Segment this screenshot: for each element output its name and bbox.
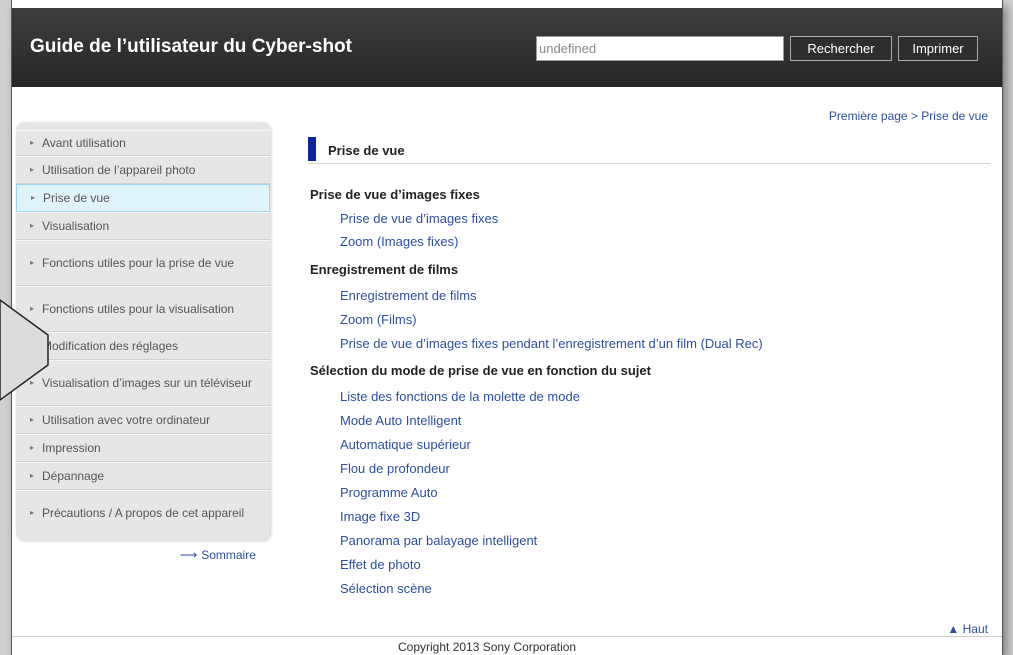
bullet-icon: ▸: [30, 138, 35, 147]
content-link[interactable]: Zoom (Images fixes): [340, 234, 458, 249]
group-title: Enregistrement de films: [310, 262, 459, 277]
back-to-top-link[interactable]: ▲ Haut: [947, 622, 988, 636]
content-link[interactable]: Mode Auto Intelligent: [340, 413, 461, 428]
sidebar-item-label: Fonctions utiles pour la prise de vue: [42, 256, 235, 270]
content-link[interactable]: Sélection scène: [340, 581, 432, 596]
content-link[interactable]: Flou de profondeur: [340, 461, 450, 476]
sidebar-item-label: Visualisation d’images sur un téléviseur: [42, 376, 252, 390]
content-link[interactable]: Automatique supérieur: [340, 437, 471, 452]
sidebar-item-label: Utilisation de l’appareil photo: [42, 163, 196, 177]
sidebar-item-prise-de-vue[interactable]: ▸ Prise de vue: [16, 184, 270, 212]
sidebar-item-precautions[interactable]: ▸ Précautions / A propos de cet appareil: [16, 490, 270, 534]
search-button[interactable]: Rechercher: [790, 36, 892, 61]
content-link[interactable]: Prise de vue d’images fixes pendant l’en…: [340, 336, 763, 351]
copyright-text: Copyright 2013 Sony Corporation: [398, 640, 577, 654]
header-bar: Guide de l’utilisateur du Cyber-shot Rec…: [12, 8, 1002, 87]
bullet-icon: ▸: [30, 165, 35, 174]
content-link[interactable]: Zoom (Films): [340, 312, 417, 327]
sidebar-item-avant-utilisation[interactable]: ▸ Avant utilisation: [16, 130, 270, 156]
section-marker: [308, 137, 316, 161]
content-link[interactable]: Panorama par balayage intelligent: [340, 533, 537, 548]
sommaire-label: Sommaire: [201, 548, 256, 562]
sidebar-item-label: Visualisation: [42, 219, 110, 233]
back-to-top-label: Haut: [962, 622, 988, 636]
content-link[interactable]: Enregistrement de films: [340, 288, 477, 303]
group-title: Sélection du mode de prise de vue en fon…: [310, 363, 651, 378]
print-button[interactable]: Imprimer: [898, 36, 978, 61]
breadcrumb-home-link[interactable]: Première page: [829, 109, 908, 123]
section-header: Prise de vue: [308, 133, 990, 164]
bullet-icon: ▸: [31, 193, 36, 202]
breadcrumb-current: Prise de vue: [921, 109, 988, 123]
sidebar-item-label: Prise de vue: [43, 191, 110, 205]
sidebar-item-label: Avant utilisation: [42, 136, 126, 150]
magnifier-callout-shape: [0, 299, 49, 401]
sidebar-item-label: Fonctions utiles pour la visualisation: [42, 302, 235, 316]
breadcrumb-separator: >: [907, 109, 922, 123]
content-link[interactable]: Programme Auto: [340, 485, 438, 500]
bullet-icon: ▸: [30, 221, 35, 230]
bullet-icon: ▸: [30, 471, 35, 480]
sidebar-item-utilisation-appareil[interactable]: ▸ Utilisation de l’appareil photo: [16, 156, 270, 184]
sidebar-item-visualisation[interactable]: ▸ Visualisation: [16, 212, 270, 240]
triangle-up-icon: ▲: [947, 622, 960, 636]
breadcrumb: Première page > Prise de vue: [829, 109, 988, 123]
search-input[interactable]: [536, 36, 784, 61]
bullet-icon: ▸: [30, 507, 35, 517]
sommaire-link[interactable]: ⟶ Sommaire: [180, 548, 256, 562]
arrow-right-icon: ⟶: [180, 548, 198, 562]
sidebar-item-depannage[interactable]: ▸ Dépannage: [16, 462, 270, 490]
content-link[interactable]: Image fixe 3D: [340, 509, 420, 524]
app-title: Guide de l’utilisateur du Cyber-shot: [30, 36, 352, 57]
group-title: Prise de vue d’images fixes: [310, 187, 480, 202]
page: Guide de l’utilisateur du Cyber-shot Rec…: [12, 0, 1002, 655]
page-title: Prise de vue: [328, 143, 405, 158]
sidebar-item-label: Précautions / A propos de cet appareil: [42, 505, 245, 520]
footer-divider: [12, 636, 1002, 637]
content-link[interactable]: Liste des fonctions de la molette de mod…: [340, 389, 580, 404]
content-link[interactable]: Effet de photo: [340, 557, 421, 572]
content-link[interactable]: Prise de vue d’images fixes: [340, 211, 498, 226]
sidebar-item-label: Dépannage: [42, 469, 105, 483]
